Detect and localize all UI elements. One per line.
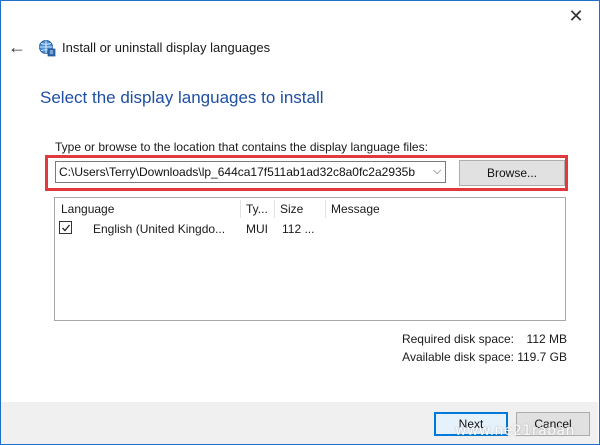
row-type: MUI <box>246 222 268 236</box>
checkmark-icon <box>62 224 71 232</box>
path-input[interactable]: C:\Users\Terry\Downloads\lp_644ca17f511a… <box>55 161 446 183</box>
window-title: Install or uninstall display languages <box>62 40 271 55</box>
back-arrow-icon[interactable]: ← <box>8 38 26 56</box>
column-header-message[interactable]: Message <box>331 200 380 218</box>
row-size: 112 ... <box>282 222 315 236</box>
browse-button[interactable]: Browse... <box>459 160 565 186</box>
column-divider <box>274 200 275 218</box>
row-language: English (United Kingdo... <box>93 222 226 236</box>
globe-language-icon <box>38 39 56 57</box>
column-divider <box>325 200 326 218</box>
required-disk-label: Required disk space: <box>401 332 514 346</box>
page-heading: Select the display languages to install <box>40 88 324 107</box>
close-button[interactable]: ✕ <box>566 6 586 26</box>
chevron-down-icon[interactable]: ⌵ <box>433 165 441 178</box>
available-disk-value: 119.7 GB <box>517 350 567 364</box>
required-disk-value: 112 MB <box>526 332 567 346</box>
column-header-size[interactable]: Size <box>280 200 303 218</box>
column-header-type[interactable]: Ty... <box>246 200 268 218</box>
available-disk-label: Available disk space: <box>402 350 514 364</box>
watermark-text: www.ne21raban <box>455 423 575 439</box>
column-divider <box>240 200 241 218</box>
language-list[interactable] <box>54 197 566 321</box>
language-checkbox[interactable] <box>59 221 72 234</box>
column-header-language[interactable]: Language <box>61 200 114 218</box>
instruction-label: Type or browse to the location that cont… <box>55 140 428 154</box>
